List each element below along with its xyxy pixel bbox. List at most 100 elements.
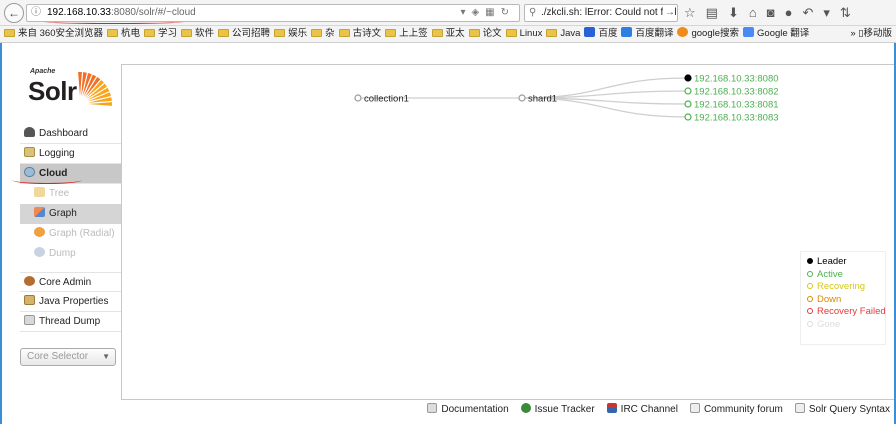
bookmark-item[interactable]: 论文 bbox=[468, 26, 502, 42]
clipboard-icon[interactable]: ▤ bbox=[706, 4, 718, 22]
bookmarks-overflow[interactable]: » ▯移动版 bbox=[846, 26, 892, 42]
folder-icon bbox=[505, 29, 517, 37]
legend-label: Recovering bbox=[817, 281, 866, 293]
bookmark-item[interactable]: 学习 bbox=[144, 26, 177, 42]
undo-icon[interactable]: ↶ bbox=[802, 4, 813, 22]
bookmark-label: Java bbox=[560, 28, 581, 39]
bookmark-label: 学习 bbox=[158, 28, 178, 39]
replica-node-dot[interactable] bbox=[684, 87, 692, 95]
issue-tracker-link[interactable]: Issue Tracker bbox=[520, 400, 595, 420]
folder-icon bbox=[468, 29, 480, 37]
replica-node-label[interactable]: 192.168.10.33:8083 bbox=[694, 113, 779, 124]
documentation-link[interactable]: Documentation bbox=[427, 400, 509, 420]
menu-item-logging[interactable]: Logging bbox=[20, 144, 122, 164]
menu-icon[interactable]: ▾ bbox=[823, 4, 830, 22]
qr-icon[interactable]: ▦ bbox=[485, 7, 500, 18]
solr-query-syntax-link[interactable]: Solr Query Syntax bbox=[794, 400, 890, 420]
irc-icon bbox=[606, 403, 617, 413]
menu-item-dump[interactable]: Dump bbox=[20, 244, 122, 264]
cloud-red-annotation bbox=[12, 176, 82, 184]
replica-node-label[interactable]: 192.168.10.33:8081 bbox=[694, 100, 779, 111]
legend-item: Down bbox=[807, 294, 879, 307]
collection-node-label[interactable]: collection1 bbox=[364, 94, 409, 105]
back-button[interactable]: ← bbox=[4, 3, 24, 23]
chevron-down-icon: ▼ bbox=[102, 352, 110, 361]
bookmark-item[interactable]: 百度 bbox=[584, 26, 617, 42]
home-icon[interactable]: ⌂ bbox=[749, 4, 757, 22]
menu-item-graph[interactable]: Graph bbox=[20, 204, 122, 224]
menu-label: Thread Dump bbox=[39, 316, 101, 327]
star-icon[interactable]: ☆ bbox=[684, 4, 696, 22]
menu-label: Tree bbox=[49, 188, 70, 199]
search-icon: ⚲ bbox=[529, 7, 537, 18]
bookmark-label: 公司招聘 bbox=[232, 28, 271, 39]
bookmark-item[interactable]: Linux bbox=[505, 26, 542, 42]
bug-icon bbox=[520, 403, 531, 413]
search-bar[interactable]: ⚲ ./zkcli.sh: lError: Could not find o → bbox=[524, 4, 678, 22]
replica-node-label[interactable]: 192.168.10.33:8082 bbox=[694, 87, 779, 98]
extension-icon[interactable]: ⇅ bbox=[840, 4, 851, 22]
menu-item-cloud[interactable]: Cloud bbox=[12, 164, 122, 184]
folder-icon bbox=[4, 29, 15, 37]
download-icon[interactable]: ⬇ bbox=[728, 4, 739, 22]
bookmark-item[interactable]: 公司招聘 bbox=[218, 26, 270, 42]
bookmark-item[interactable]: 杭电 bbox=[107, 26, 140, 42]
bookmark-label: 亚太 bbox=[445, 28, 465, 39]
community-forum-link[interactable]: Community forum bbox=[689, 400, 783, 420]
core-admin-icon bbox=[24, 276, 35, 286]
bookmark-label: 来自 360安全浏览器 bbox=[18, 28, 103, 39]
bookmark-item[interactable]: google搜索 bbox=[677, 26, 739, 42]
graph-icon bbox=[34, 207, 45, 217]
bookmark-item[interactable]: Java bbox=[546, 26, 580, 42]
url-host: 192.168.10.33 bbox=[47, 7, 111, 18]
replica-node-dot[interactable] bbox=[684, 113, 692, 121]
search-go-icon[interactable]: → bbox=[663, 5, 675, 21]
solr-sun-icon bbox=[78, 72, 112, 106]
shard-node-dot[interactable] bbox=[518, 94, 526, 102]
sidebar: Apache Solr Dashboard Logging Cloud Tree… bbox=[2, 44, 122, 400]
menu-label: Java Properties bbox=[39, 296, 109, 307]
menu-item-java-properties[interactable]: Java Properties bbox=[20, 292, 122, 312]
irc-channel-link[interactable]: IRC Channel bbox=[606, 400, 678, 420]
replica-node-dot[interactable] bbox=[684, 100, 692, 108]
menu-item-dashboard[interactable]: Dashboard bbox=[20, 124, 122, 144]
pocket-icon[interactable]: ◙ bbox=[767, 4, 775, 22]
bookmark-item[interactable]: 上上签 bbox=[385, 26, 428, 42]
menu-item-graph-radial[interactable]: Graph (Radial) bbox=[20, 224, 122, 244]
menu-label: Graph bbox=[49, 208, 77, 219]
menu-item-core-admin[interactable]: Core Admin bbox=[20, 272, 122, 292]
dump-icon bbox=[34, 247, 45, 257]
bookmark-label: 软件 bbox=[195, 28, 215, 39]
site-info-icon[interactable]: ⓘ bbox=[31, 5, 41, 21]
replica-leader-node-dot[interactable] bbox=[684, 74, 692, 82]
bookmark-item[interactable]: 软件 bbox=[181, 26, 214, 42]
collection-node-dot[interactable] bbox=[354, 94, 362, 102]
bookmark-label: 杂 bbox=[325, 28, 335, 39]
bookmark-item[interactable]: 杂 bbox=[311, 26, 335, 42]
shard-node-label[interactable]: shard1 bbox=[528, 94, 557, 105]
shield-icon[interactable]: ▾◈ bbox=[460, 7, 485, 18]
bookmark-item[interactable]: 来自 360安全浏览器 bbox=[4, 26, 103, 42]
google-icon bbox=[677, 27, 689, 37]
chat-icon[interactable]: ● bbox=[785, 4, 793, 22]
folder-icon bbox=[144, 29, 156, 37]
logging-icon bbox=[24, 147, 35, 157]
menu-label: Logging bbox=[39, 148, 75, 159]
menu-item-thread-dump[interactable]: Thread Dump bbox=[20, 312, 122, 332]
url-path: :8080/solr/#/~cloud bbox=[110, 7, 196, 18]
back-arrow-icon: ← bbox=[8, 6, 20, 20]
bookmark-item[interactable]: 百度翻译 bbox=[621, 26, 673, 42]
url-bar[interactable]: ⓘ 192.168.10.33:8080/solr/#/~cloud ▾◈▦↻ bbox=[26, 4, 520, 24]
replica-leader-node-label[interactable]: 192.168.10.33:8080 bbox=[694, 74, 779, 85]
bookmark-item[interactable]: 娱乐 bbox=[274, 26, 307, 42]
legend-label: Recovery Failed bbox=[817, 306, 886, 318]
menu-item-tree[interactable]: Tree bbox=[20, 184, 122, 204]
reload-icon[interactable]: ↻ bbox=[501, 7, 515, 18]
bookmark-item[interactable]: 亚太 bbox=[431, 26, 465, 42]
core-selector-dropdown[interactable]: Core Selector ▼ bbox=[20, 348, 116, 366]
bookmark-item[interactable]: Google 翻译 bbox=[743, 26, 809, 42]
document-icon bbox=[427, 403, 438, 413]
solr-logo[interactable]: Apache Solr bbox=[28, 66, 112, 112]
bookmark-item[interactable]: 古诗文 bbox=[338, 26, 381, 42]
logo-solr-text: Solr bbox=[28, 76, 77, 106]
